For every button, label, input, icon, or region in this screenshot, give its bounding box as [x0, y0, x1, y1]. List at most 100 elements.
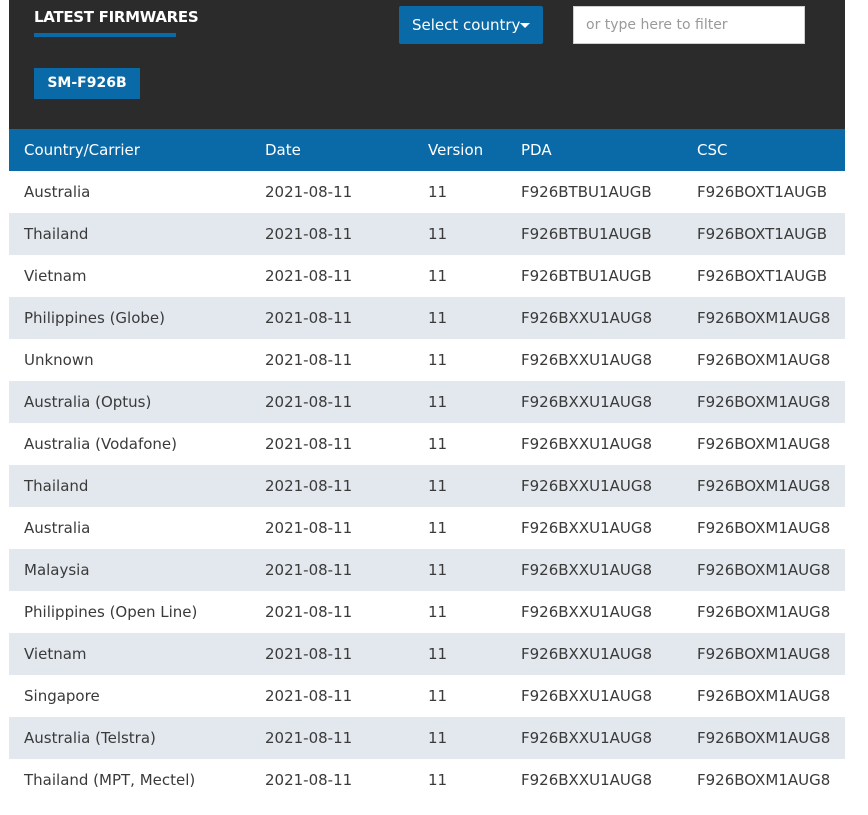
table-row[interactable]: Philippines (Open Line) 2021-08-11 11 F926B…: [9, 591, 845, 633]
cell-pda: F926BTBU1AUGB: [506, 213, 682, 255]
cell-pda: F926BTBU1AUGB: [506, 171, 682, 213]
cell-csc: F926BOXM1AUG8: [682, 423, 845, 465]
cell-country[interactable]: Australia: [9, 507, 250, 549]
cell-csc: F926BOXM1AUG8: [682, 465, 845, 507]
cell-date: 2021-08-11: [250, 297, 413, 339]
table-row[interactable]: Singapore 2021-08-11 11 F926BXXU1AUG8 F926BO…: [9, 675, 845, 717]
cell-date: 2021-08-11: [250, 675, 413, 717]
cell-date: 2021-08-11: [250, 549, 413, 591]
table-row[interactable]: Philippines (Globe) 2021-08-11 11 F926BXXU1…: [9, 297, 845, 339]
cell-version: 11: [413, 675, 506, 717]
cell-pda: F926BXXU1AUG8: [506, 507, 682, 549]
cell-country[interactable]: Philippines (Globe): [9, 297, 250, 339]
cell-country[interactable]: Australia (Optus): [9, 381, 250, 423]
cell-csc: F926BOXM1AUG8: [682, 339, 845, 381]
cell-country[interactable]: Australia (Telstra): [9, 717, 250, 759]
cell-pda: F926BXXU1AUG8: [506, 633, 682, 675]
cell-csc: F926BOXM1AUG8: [682, 759, 845, 801]
column-header-date[interactable]: Date: [250, 129, 413, 171]
cell-csc: F926BOXT1AUGB: [682, 255, 845, 297]
cell-version: 11: [413, 381, 506, 423]
cell-csc: F926BOXM1AUG8: [682, 507, 845, 549]
table-row[interactable]: Australia (Vodafone) 2021-08-11 11 F926BXXU…: [9, 423, 845, 465]
cell-country[interactable]: Australia (Vodafone): [9, 423, 250, 465]
page-title: LATEST FIRMWARES: [34, 8, 199, 26]
cell-version: 11: [413, 717, 506, 759]
cell-country[interactable]: Thailand: [9, 213, 250, 255]
cell-date: 2021-08-11: [250, 507, 413, 549]
cell-pda: F926BXXU1AUG8: [506, 423, 682, 465]
cell-csc: F926BOXM1AUG8: [682, 591, 845, 633]
table-row[interactable]: Thailand 2021-08-11 11 F926BXXU1AUG8 F926BOX…: [9, 465, 845, 507]
cell-country[interactable]: Thailand: [9, 465, 250, 507]
cell-pda: F926BXXU1AUG8: [506, 339, 682, 381]
cell-date: 2021-08-11: [250, 213, 413, 255]
cell-version: 11: [413, 255, 506, 297]
cell-version: 11: [413, 465, 506, 507]
table-body: Australia 2021-08-11 11 F926BTBU1AUGB F926BO…: [9, 171, 845, 801]
cell-pda: F926BXXU1AUG8: [506, 549, 682, 591]
cell-csc: F926BOXM1AUG8: [682, 633, 845, 675]
cell-version: 11: [413, 507, 506, 549]
cell-country[interactable]: Malaysia: [9, 549, 250, 591]
cell-version: 11: [413, 213, 506, 255]
cell-date: 2021-08-11: [250, 633, 413, 675]
cell-date: 2021-08-11: [250, 381, 413, 423]
cell-csc: F926BOXM1AUG8: [682, 675, 845, 717]
table-row[interactable]: Vietnam 2021-08-11 11 F926BXXU1AUG8 F926BOXM…: [9, 633, 845, 675]
cell-country[interactable]: Singapore: [9, 675, 250, 717]
firmware-header: LATEST FIRMWARES Select country SM-F926B: [9, 0, 845, 129]
cell-pda: F926BXXU1AUG8: [506, 675, 682, 717]
table-row[interactable]: Australia (Telstra) 2021-08-11 11 F926BXXU1…: [9, 717, 845, 759]
cell-version: 11: [413, 423, 506, 465]
cell-country[interactable]: Thailand (MPT, Mectel): [9, 759, 250, 801]
cell-pda: F926BXXU1AUG8: [506, 465, 682, 507]
table-row[interactable]: Unknown 2021-08-11 11 F926BXXU1AUG8 F926BOXM…: [9, 339, 845, 381]
cell-pda: F926BXXU1AUG8: [506, 381, 682, 423]
table-row[interactable]: Thailand (MPT, Mectel) 2021-08-11 11 F926BX…: [9, 759, 845, 801]
cell-version: 11: [413, 549, 506, 591]
firmware-table: Country/Carrier Date Version PDA CSC Aus…: [9, 129, 845, 801]
firmware-page: LATEST FIRMWARES Select country SM-F926B…: [0, 0, 868, 815]
cell-date: 2021-08-11: [250, 339, 413, 381]
select-country-button[interactable]: Select country: [399, 6, 543, 44]
table-row[interactable]: Australia (Optus) 2021-08-11 11 F926BXXU1AU…: [9, 381, 845, 423]
cell-csc: F926BOXM1AUG8: [682, 549, 845, 591]
cell-date: 2021-08-11: [250, 255, 413, 297]
cell-country[interactable]: Vietnam: [9, 255, 250, 297]
cell-version: 11: [413, 297, 506, 339]
table-row[interactable]: Vietnam 2021-08-11 11 F926BTBU1AUGB F926BOXT…: [9, 255, 845, 297]
table-row[interactable]: Australia 2021-08-11 11 F926BTBU1AUGB F926BO…: [9, 171, 845, 213]
filter-input[interactable]: [573, 6, 805, 44]
cell-csc: F926BOXM1AUG8: [682, 297, 845, 339]
cell-pda: F926BXXU1AUG8: [506, 717, 682, 759]
table-header-row: Country/Carrier Date Version PDA CSC: [9, 129, 845, 171]
cell-country[interactable]: Philippines (Open Line): [9, 591, 250, 633]
cell-version: 11: [413, 633, 506, 675]
cell-date: 2021-08-11: [250, 717, 413, 759]
column-header-country[interactable]: Country/Carrier: [9, 129, 250, 171]
table-row[interactable]: Malaysia 2021-08-11 11 F926BXXU1AUG8 F926BOX…: [9, 549, 845, 591]
cell-version: 11: [413, 171, 506, 213]
column-header-pda[interactable]: PDA: [506, 129, 682, 171]
cell-pda: F926BXXU1AUG8: [506, 297, 682, 339]
cell-date: 2021-08-11: [250, 465, 413, 507]
column-header-version[interactable]: Version: [413, 129, 506, 171]
cell-version: 11: [413, 591, 506, 633]
cell-date: 2021-08-11: [250, 171, 413, 213]
cell-version: 11: [413, 759, 506, 801]
table-row[interactable]: Australia 2021-08-11 11 F926BXXU1AUG8 F926BO…: [9, 507, 845, 549]
cell-country[interactable]: Unknown: [9, 339, 250, 381]
cell-pda: F926BXXU1AUG8: [506, 591, 682, 633]
cell-pda: F926BXXU1AUG8: [506, 759, 682, 801]
column-header-csc[interactable]: CSC: [682, 129, 845, 171]
cell-date: 2021-08-11: [250, 759, 413, 801]
select-country-label: Select country: [412, 16, 521, 34]
title-underline: [34, 33, 176, 37]
table-row[interactable]: Thailand 2021-08-11 11 F926BTBU1AUGB F926BOX…: [9, 213, 845, 255]
model-tab[interactable]: SM-F926B: [34, 68, 140, 99]
caret-down-icon: [520, 23, 530, 28]
cell-pda: F926BTBU1AUGB: [506, 255, 682, 297]
cell-country[interactable]: Vietnam: [9, 633, 250, 675]
cell-country[interactable]: Australia: [9, 171, 250, 213]
